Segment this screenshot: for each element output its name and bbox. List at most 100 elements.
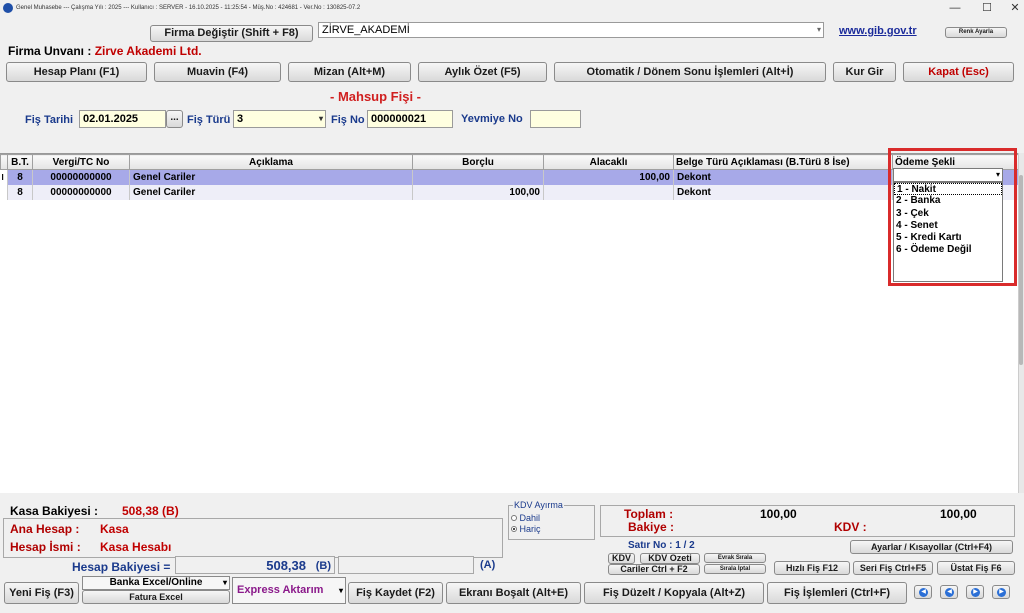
renk-ayarla-button[interactable]: Renk Ayarla — [945, 27, 1007, 38]
otomatik-donem-sonu-button[interactable]: Otomatik / Dönem Sonu İşlemleri (Alt+İ) — [554, 62, 826, 82]
kapat-button[interactable]: Kapat (Esc) — [903, 62, 1014, 82]
grid-scrollbar-thumb[interactable] — [1019, 175, 1023, 365]
table-row[interactable]: I 8 00000000000 Genel Cariler 100,00 Dek… — [0, 169, 1019, 185]
kdv-ozeti-button[interactable]: KDV Özeti — [640, 553, 700, 564]
app-icon — [3, 3, 13, 13]
last-record-button[interactable]: ▶ — [992, 585, 1010, 599]
title-bar: Genel Muhasebe --- Çalışma Yılı : 2025 -… — [0, 0, 1024, 16]
hesap-ismi-label: Hesap İsmi : — [10, 540, 81, 554]
prev-arrow-icon: ◀ — [945, 588, 954, 597]
yevmiye-no-input[interactable] — [530, 110, 581, 128]
table-row[interactable]: 8 00000000000 Genel Cariler 100,00 Dekon… — [0, 184, 1019, 200]
hesap-bakiyesi-box: 508,38 (B) — [175, 556, 335, 574]
cell-alacakli[interactable] — [543, 184, 674, 200]
kdv-dahil-label: Dahil — [519, 513, 541, 523]
kdv-button[interactable]: KDV — [608, 553, 635, 564]
date-picker-button[interactable]: ... — [166, 110, 183, 128]
col-header-aciklama[interactable]: Açıklama — [129, 154, 413, 170]
kdv-dahil-radio[interactable]: Dahil — [511, 513, 540, 523]
bakiye-label: Bakiye : — [628, 520, 675, 534]
ekrani-bosalt-button[interactable]: Ekranı Boşalt (Alt+E) — [446, 582, 581, 604]
fis-duzelt-kopyala-button[interactable]: Fiş Düzelt / Kopyala (Alt+Z) — [584, 582, 764, 604]
col-header-vergi[interactable]: Vergi/TC No — [32, 154, 130, 170]
cell-bt[interactable]: 8 — [7, 184, 33, 200]
prev-record-button[interactable]: ◀ — [940, 585, 958, 599]
minimize-button[interactable]: — — [940, 0, 970, 16]
ustat-fis-button[interactable]: Üstat Fiş F6 — [937, 561, 1015, 575]
banka-excel-combo[interactable]: Banka Excel/Online ▾ — [82, 576, 230, 590]
sirala-iptal-button[interactable]: Sırala İptal — [704, 564, 766, 574]
radio-selected-icon — [511, 526, 517, 532]
hesap-bakiyesi-value: 508,38 — [266, 558, 306, 573]
fis-turu-label: Fiş Türü — [187, 114, 231, 126]
cell-borclu[interactable]: 100,00 — [412, 184, 544, 200]
kdv-haric-radio[interactable]: Hariç — [511, 524, 541, 534]
aylik-ozet-button[interactable]: Aylık Özet (F5) — [418, 62, 547, 82]
cell-aciklama[interactable]: Genel Cariler — [129, 184, 413, 200]
close-button[interactable]: ✕ — [1000, 0, 1024, 16]
first-arrow-icon: ◀ — [919, 588, 928, 597]
col-header-alacakli[interactable]: Alacaklı — [543, 154, 674, 170]
maximize-button[interactable]: ☐ — [972, 0, 1002, 16]
chevron-down-icon: ▾ — [816, 25, 821, 34]
next-record-button[interactable]: ▶ — [966, 585, 984, 599]
seri-fis-button[interactable]: Seri Fiş Ctrl+F5 — [853, 561, 933, 575]
firma-degistir-button[interactable]: Firma Değiştir (Shift + F8) — [150, 25, 313, 42]
cell-vergi[interactable]: 00000000000 — [32, 184, 130, 200]
ana-hesap-label: Ana Hesap : — [10, 522, 80, 536]
mizan-button[interactable]: Mizan (Alt+M) — [288, 62, 411, 82]
hizli-fis-button[interactable]: Hızlı Fiş F12 — [774, 561, 850, 575]
fatura-excel-button[interactable]: Fatura Excel — [82, 590, 230, 604]
ayarlar-kisayollar-button[interactable]: Ayarlar / Kısayollar (Ctrl+F4) — [850, 540, 1013, 554]
fis-no-input[interactable]: 000000021 — [367, 110, 453, 128]
kdv-haric-label: Hariç — [519, 524, 541, 534]
satir-no: Satır No : 1 / 2 — [628, 540, 695, 551]
chevron-down-icon: ▾ — [222, 578, 227, 587]
hesap-bakiyesi-a-label: (A) — [480, 559, 496, 571]
fis-grid[interactable]: B.T. Vergi/TC No Açıklama Borçlu Alacakl… — [0, 153, 1019, 493]
window-title: Genel Muhasebe --- Çalışma Yılı : 2025 -… — [16, 5, 361, 11]
ana-hesap-value: Kasa — [100, 522, 129, 536]
first-record-button[interactable]: ◀ — [914, 585, 932, 599]
express-aktarim-combo[interactable]: Express Aktarım ▾ — [232, 577, 346, 604]
firma-unvani-label: Firma Unvanı : — [8, 44, 92, 58]
cell-alacakli[interactable]: 100,00 — [543, 169, 674, 185]
kasa-bakiyesi-value: 508,38 (B) — [122, 504, 179, 518]
cell-aciklama[interactable]: Genel Cariler — [129, 169, 413, 185]
col-header-belge-turu[interactable]: Belge Türü Açıklaması (B.Türü 8 İse) — [673, 154, 893, 170]
firma-combo[interactable]: ZİRVE_AKADEMİ ▾ — [318, 22, 824, 38]
evrak-sirala-button[interactable]: Evrak Sırala — [704, 553, 766, 563]
cell-bt[interactable]: 8 — [7, 169, 33, 185]
cell-belge-turu[interactable]: Dekont — [673, 169, 893, 185]
toplam-alacak-value: 100,00 — [940, 507, 977, 521]
last-arrow-icon: ▶ — [997, 588, 1006, 597]
cell-borclu[interactable] — [412, 169, 544, 185]
yeni-fis-button[interactable]: Yeni Fiş (F3) — [4, 582, 79, 604]
cell-vergi[interactable]: 00000000000 — [32, 169, 130, 185]
fis-islemleri-button[interactable]: Fiş İşlemleri (Ctrl+F) — [767, 582, 907, 604]
row-indicator — [0, 184, 8, 200]
col-header-indicator — [0, 154, 8, 170]
highlight-box — [888, 148, 1017, 286]
row-indicator: I — [0, 169, 8, 185]
radio-icon — [511, 515, 517, 521]
col-header-bt[interactable]: B.T. — [7, 154, 33, 170]
hesap-plani-button[interactable]: Hesap Planı (F1) — [6, 62, 147, 82]
fis-tarihi-input[interactable]: 02.01.2025 — [79, 110, 166, 128]
fis-turu-select[interactable]: 3 ▾ — [233, 110, 326, 128]
toplam-label: Toplam : — [624, 507, 674, 521]
hesap-ismi-value: Kasa Hesabı — [100, 540, 172, 554]
kdv-ayirma-title: KDV Ayırma — [513, 500, 564, 510]
cell-belge-turu[interactable]: Dekont — [673, 184, 893, 200]
hesap-bakiyesi-type: (B) — [315, 560, 331, 572]
firma-combo-value: ZİRVE_AKADEMİ — [322, 24, 410, 36]
grid-header: B.T. Vergi/TC No Açıklama Borçlu Alacakl… — [0, 154, 1019, 170]
kur-gir-button[interactable]: Kur Gir — [833, 62, 896, 82]
muavin-button[interactable]: Muavin (F4) — [154, 62, 281, 82]
next-arrow-icon: ▶ — [971, 588, 980, 597]
col-header-borclu[interactable]: Borçlu — [412, 154, 544, 170]
gib-link[interactable]: www.gib.gov.tr — [839, 25, 917, 37]
fis-kaydet-button[interactable]: Fiş Kaydet (F2) — [348, 582, 443, 604]
cariler-button[interactable]: Cariler Ctrl + F2 — [608, 564, 700, 575]
hesap-bakiyesi-a-box — [338, 556, 474, 574]
